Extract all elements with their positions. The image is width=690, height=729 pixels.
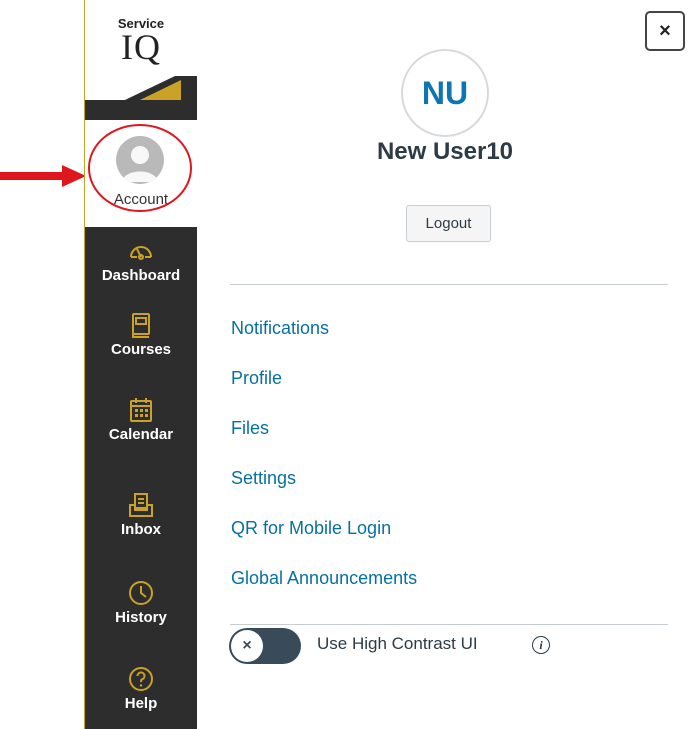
calendar-icon xyxy=(130,398,152,422)
nav-account[interactable]: Account xyxy=(85,120,197,227)
high-contrast-label: Use High Contrast UI xyxy=(317,634,478,653)
nav-account-label: Account xyxy=(113,191,169,208)
dashboard-gauge-icon xyxy=(130,246,152,260)
nav-help-label: Help xyxy=(124,695,158,712)
account-avatar-icon xyxy=(116,136,164,184)
nav-courses[interactable]: Courses xyxy=(85,311,197,358)
nav-dashboard-label: Dashboard xyxy=(101,267,181,284)
nav-inbox[interactable]: Inbox xyxy=(85,491,197,538)
divider xyxy=(230,284,668,285)
brand-line2: IQ xyxy=(121,27,161,67)
nav-help[interactable]: Help xyxy=(85,665,197,712)
link-notifications[interactable]: Notifications xyxy=(231,318,329,339)
courses-book-icon xyxy=(132,313,150,338)
logout-button[interactable]: Logout xyxy=(406,205,491,242)
link-qr-mobile-login[interactable]: QR for Mobile Login xyxy=(231,518,391,539)
global-nav: Service IQ Account Dashboard Courses Cal… xyxy=(84,0,197,729)
link-settings[interactable]: Settings xyxy=(231,468,296,489)
link-files[interactable]: Files xyxy=(231,418,269,439)
clock-history-icon xyxy=(129,581,153,605)
annotation-arrow xyxy=(0,165,86,187)
user-avatar[interactable]: NU xyxy=(401,49,489,137)
nav-courses-label: Courses xyxy=(110,341,172,358)
close-tray-button[interactable]: × xyxy=(645,11,685,51)
nav-dashboard[interactable]: Dashboard xyxy=(85,237,197,284)
brand-accent-shape xyxy=(85,76,197,120)
nav-calendar-label: Calendar xyxy=(108,426,174,443)
info-icon[interactable]: i xyxy=(532,636,550,654)
nav-inbox-label: Inbox xyxy=(121,521,161,538)
link-profile[interactable]: Profile xyxy=(231,368,282,389)
user-name: New User10 xyxy=(376,138,514,165)
brand-logo[interactable]: Service IQ xyxy=(85,0,197,120)
toggle-off-x-icon: × xyxy=(231,630,263,662)
link-global-announcements[interactable]: Global Announcements xyxy=(231,568,417,589)
nav-history[interactable]: History xyxy=(85,579,197,626)
nav-history-label: History xyxy=(115,609,167,626)
high-contrast-toggle[interactable]: × xyxy=(229,628,301,664)
help-question-icon xyxy=(129,667,153,691)
account-tray: × NU New User10 Logout Notifications Pro… xyxy=(197,0,690,729)
nav-calendar[interactable]: Calendar xyxy=(85,396,197,443)
inbox-icon xyxy=(129,493,153,517)
divider xyxy=(230,624,668,625)
